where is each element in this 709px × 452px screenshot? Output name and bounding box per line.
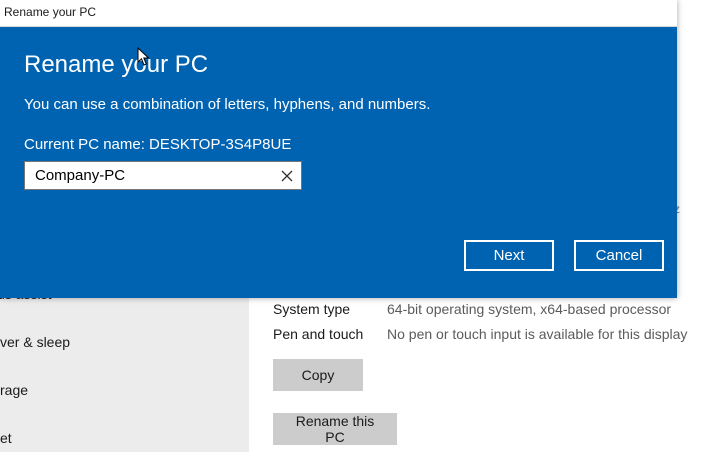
spec-row-system-type: System type 64-bit operating system, x64-…	[273, 301, 671, 317]
dialog-titlebar[interactable]: Rename your PC	[0, 0, 677, 27]
dialog-title: Rename your PC	[24, 51, 209, 78]
spec-row-pen-touch: Pen and touch No pen or touch input is av…	[273, 326, 687, 342]
sidebar-item-storage[interactable]: rage	[0, 382, 28, 398]
pc-name-input[interactable]	[25, 162, 275, 189]
rename-pc-button[interactable]: Rename this PC	[273, 413, 397, 445]
current-pc-name: Current PC name: DESKTOP-3S4P8UE	[24, 136, 292, 153]
dialog-body: Rename your PC You can use a combination…	[0, 27, 677, 298]
spec-value: 64-bit operating system, x64-based proce…	[387, 301, 672, 317]
window-title: Rename your PC	[4, 5, 97, 19]
next-button[interactable]: Next	[464, 240, 554, 271]
pc-name-field	[24, 161, 302, 190]
copy-button[interactable]: Copy	[273, 359, 363, 391]
screen: us assist ver & sleep rage et z System t…	[0, 0, 709, 452]
rename-dialog: Rename your PC Rename your PC You can us…	[0, 0, 677, 298]
sidebar-item-tablet[interactable]: et	[0, 430, 12, 446]
clear-icon[interactable]	[277, 166, 297, 185]
spec-value: No pen or touch input is available for t…	[387, 326, 688, 342]
cancel-button[interactable]: Cancel	[574, 240, 664, 271]
spec-label: Pen and touch	[273, 326, 364, 342]
spec-label: System type	[273, 301, 351, 317]
sidebar-item-power-sleep[interactable]: ver & sleep	[0, 334, 70, 350]
dialog-description: You can use a combination of letters, hy…	[24, 96, 431, 113]
